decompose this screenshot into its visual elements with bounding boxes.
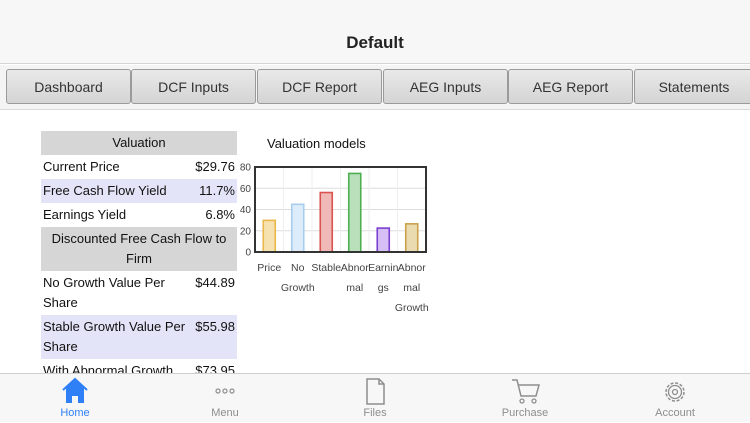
x-tick-label: Price — [257, 262, 281, 274]
tabbar-purchase[interactable]: Purchase — [450, 374, 600, 423]
dcf-header-label: Discounted Free Cash Flow to Firm — [51, 231, 227, 266]
y-tick-label: 80 — [240, 163, 251, 174]
row-label: Current Price — [43, 159, 120, 174]
bar — [290, 203, 305, 253]
table-row: No Growth Value Per Share $44.89 — [41, 271, 237, 315]
tabbar-account[interactable]: Account — [600, 374, 750, 423]
navigation-bar: Default — [0, 0, 750, 64]
x-tick-label: Abnor — [398, 262, 427, 274]
tabbar-menu[interactable]: Menu — [150, 374, 300, 423]
x-tick-label: Earnin — [368, 262, 399, 274]
row-value: 6.8% — [205, 207, 235, 222]
more-icon — [215, 388, 235, 394]
bar — [404, 223, 419, 253]
table-row: Free Cash Flow Yield 11.7% — [41, 179, 237, 203]
tabbar-files[interactable]: Files — [300, 374, 450, 423]
tabbar-label: Files — [363, 407, 387, 419]
y-tick-label: 0 — [245, 248, 251, 259]
row-value: 11.7% — [199, 183, 235, 198]
tabbar-home[interactable]: Home — [0, 374, 150, 423]
table-row: Earnings Yield 6.8% — [41, 203, 237, 227]
y-tick-label: 40 — [240, 205, 251, 216]
bar — [262, 219, 277, 253]
tab-aeg-inputs[interactable]: AEG Inputs — [383, 69, 508, 104]
tab-aeg-report[interactable]: AEG Report — [508, 69, 633, 104]
tab-dcf-inputs[interactable]: DCF Inputs — [131, 69, 256, 104]
tabbar-label: Purchase — [501, 407, 549, 419]
table-row: Current Price $29.76 — [41, 155, 237, 179]
table-row: Stable Growth Value Per Share $55.98 — [41, 315, 237, 359]
valuation-header: Valuation — [41, 131, 237, 155]
section-tabs: Dashboard DCF Inputs DCF Report AEG Inpu… — [0, 65, 750, 110]
x-tick-label: No — [291, 262, 305, 274]
bar — [319, 191, 334, 253]
valuation-table: Valuation Current Price $29.76 Free Cash… — [41, 131, 237, 373]
x-tick-label: Growth — [395, 302, 429, 314]
tab-dashboard[interactable]: Dashboard — [6, 69, 131, 104]
cart-icon — [512, 379, 540, 404]
row-value: $73.95 — [195, 363, 235, 373]
chart-title: Valuation models — [267, 136, 366, 151]
x-tick-label: mal — [346, 282, 363, 294]
tabbar-label: Menu — [211, 407, 239, 419]
home-icon — [62, 377, 88, 403]
row-label: Stable Growth Value Per Share — [43, 319, 186, 354]
dcf-header: Discounted Free Cash Flow to Firm — [41, 227, 237, 271]
x-tick-label: Stable — [311, 262, 341, 274]
bar — [347, 172, 362, 253]
valuation-header-label: Valuation — [112, 135, 166, 150]
x-tick-label: mal — [403, 282, 420, 294]
tab-statements[interactable]: Statements — [634, 69, 750, 104]
gear-icon — [665, 382, 685, 402]
row-value: $44.89 — [195, 275, 235, 290]
row-label: No Growth Value Per Share — [43, 275, 165, 310]
row-value: $55.98 — [195, 319, 235, 334]
x-tick-label: gs — [378, 282, 389, 294]
y-tick-label: 20 — [240, 226, 251, 237]
tabbar-label: Account — [655, 407, 695, 419]
file-icon — [366, 378, 385, 405]
y-tick-label: 60 — [240, 184, 251, 195]
bar — [376, 227, 391, 253]
row-label: Free Cash Flow Yield — [43, 183, 167, 198]
valuation-chart: 020406080Price NoGrowthStable AbnormalEarn… — [240, 163, 429, 315]
x-tick-label: Growth — [281, 282, 315, 294]
row-label: With Abnormal Growth — [43, 363, 174, 373]
tab-bar: Home Menu Files Purchase Account — [0, 373, 750, 422]
table-row: With Abnormal Growth $73.95 — [41, 359, 237, 373]
row-value: $29.76 — [195, 159, 235, 174]
tab-dcf-report[interactable]: DCF Report — [257, 69, 382, 104]
tabbar-label: Home — [60, 407, 90, 419]
row-label: Earnings Yield — [43, 207, 127, 222]
page-title: Default — [346, 33, 404, 52]
x-tick-label: Abnor — [341, 262, 370, 274]
dashboard-content: Valuation Current Price $29.76 Free Cash… — [0, 111, 750, 373]
